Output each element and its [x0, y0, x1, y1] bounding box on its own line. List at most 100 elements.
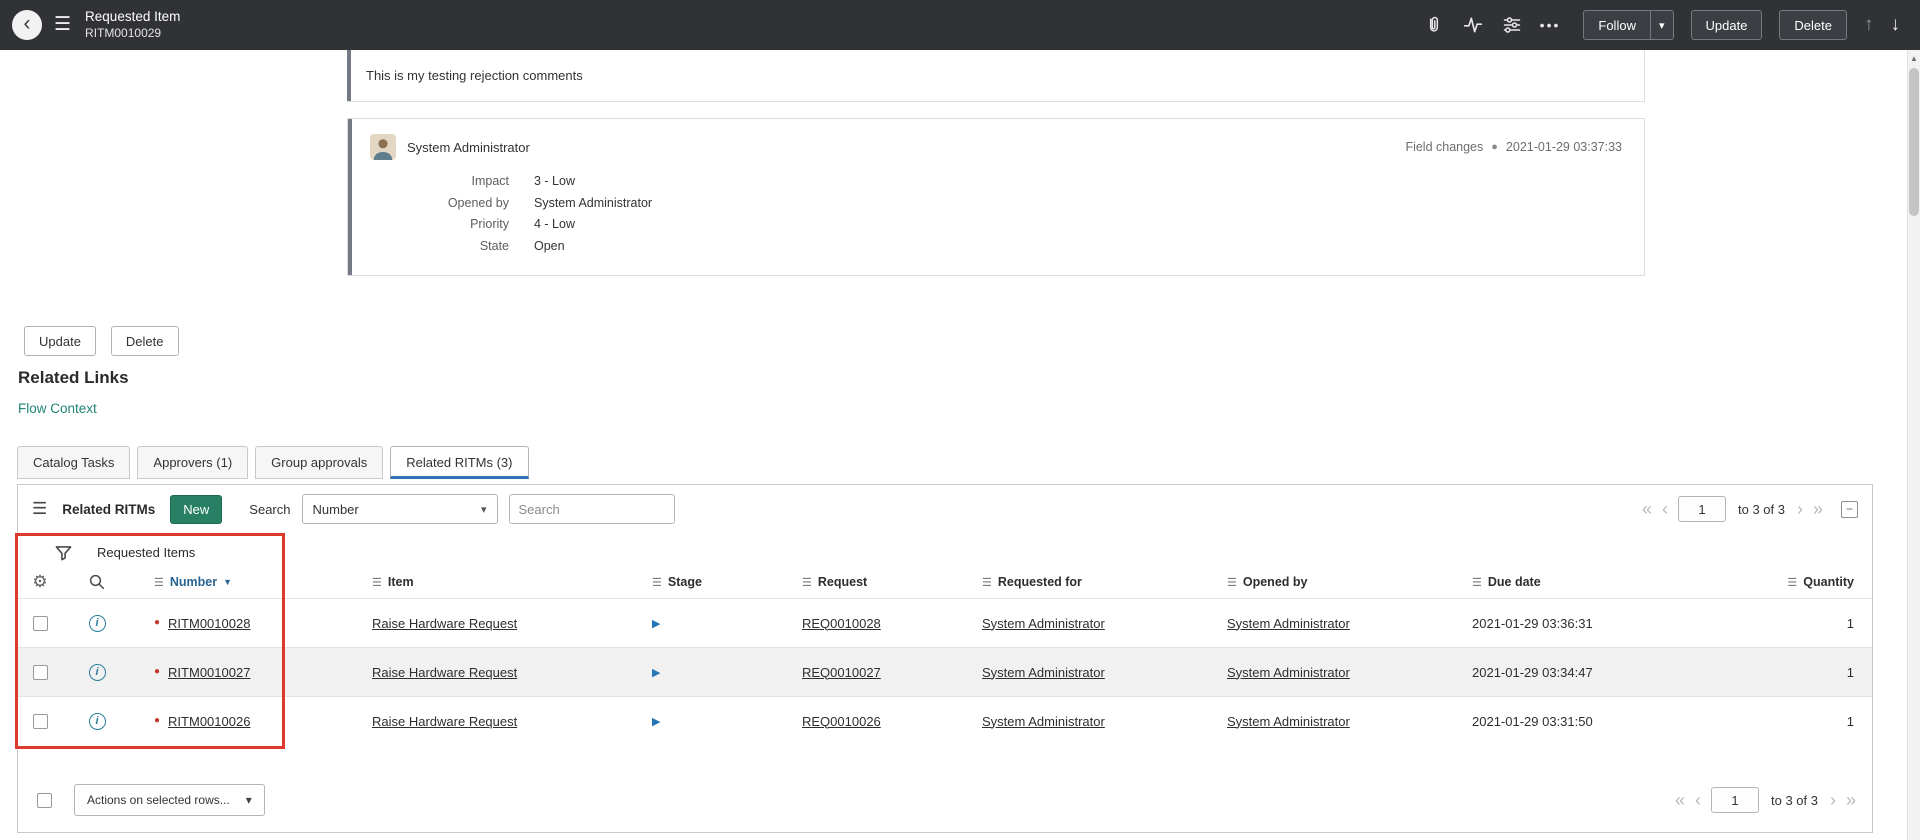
prev-page-icon[interactable]: ‹: [1695, 791, 1701, 809]
row-checkbox[interactable]: [32, 615, 48, 631]
stage-expand-icon[interactable]: ▶: [652, 715, 660, 728]
delete-button-header[interactable]: Delete: [1779, 10, 1847, 40]
next-record-icon[interactable]: ↓: [1891, 14, 1901, 36]
column-header-item[interactable]: ☰ Item: [350, 575, 630, 589]
next-page-icon[interactable]: ›: [1797, 500, 1803, 518]
filter-icon[interactable]: [54, 543, 73, 562]
more-options-icon[interactable]: •••: [1540, 17, 1561, 33]
opened-by-link[interactable]: System Administrator: [1227, 714, 1350, 729]
tab-related-ritms[interactable]: Related RITMs (3): [390, 446, 529, 479]
column-header-request[interactable]: ☰ Request: [780, 575, 960, 589]
ritm-number-link[interactable]: RITM0010026: [168, 714, 250, 729]
column-header-stage[interactable]: ☰ Stage: [630, 575, 780, 589]
column-menu-icon[interactable]: ☰: [1787, 576, 1797, 589]
opened-by-link[interactable]: System Administrator: [1227, 665, 1350, 680]
next-page-icon[interactable]: ›: [1830, 791, 1836, 809]
column-menu-icon[interactable]: ☰: [1472, 576, 1482, 589]
follow-caret-icon[interactable]: ▾: [1650, 10, 1674, 40]
page-number-input[interactable]: [1711, 787, 1759, 813]
stage-expand-icon[interactable]: ▶: [652, 617, 660, 630]
requested-for-link[interactable]: System Administrator: [982, 616, 1105, 631]
search-field-select[interactable]: Number ▾: [301, 494, 498, 524]
tab-group-approvals[interactable]: Group approvals: [255, 446, 384, 479]
page-number-input[interactable]: [1678, 496, 1726, 522]
last-page-icon[interactable]: »: [1813, 500, 1823, 518]
requested-for-cell: System Administrator: [960, 665, 1205, 680]
scroll-up-icon[interactable]: ▲: [1908, 50, 1920, 66]
column-header-requested-for[interactable]: ☰ Requested for: [960, 575, 1205, 589]
column-label: Due date: [1487, 575, 1541, 589]
activity-change-type: Field changes: [1405, 140, 1484, 154]
column-menu-icon[interactable]: ☰: [802, 576, 812, 589]
tab-approvers[interactable]: Approvers (1): [137, 446, 249, 479]
last-page-icon[interactable]: »: [1846, 791, 1856, 809]
item-link[interactable]: Raise Hardware Request: [372, 714, 517, 729]
column-header-number[interactable]: ☰ Number ▼: [132, 575, 350, 589]
request-link[interactable]: REQ0010027: [802, 665, 881, 680]
field-value: 3 - Low: [534, 174, 575, 188]
info-icon[interactable]: i: [88, 712, 106, 730]
column-header-opened-by[interactable]: ☰ Opened by: [1205, 575, 1450, 589]
personalize-form-icon[interactable]: [1501, 14, 1523, 36]
search-field-value: Number: [312, 501, 359, 517]
item-cell: Raise Hardware Request: [350, 665, 630, 680]
update-button-form[interactable]: Update: [24, 326, 96, 356]
first-page-icon[interactable]: «: [1642, 500, 1652, 518]
row-checkbox[interactable]: [32, 664, 48, 680]
list-context-menu-icon[interactable]: ☰: [32, 499, 47, 519]
delete-button-form[interactable]: Delete: [110, 326, 179, 356]
ritm-number-link[interactable]: RITM0010028: [168, 616, 250, 631]
list-search-input[interactable]: [508, 494, 675, 524]
flow-context-link[interactable]: Flow Context: [18, 401, 97, 416]
item-link[interactable]: Raise Hardware Request: [372, 616, 517, 631]
info-icon[interactable]: i: [88, 663, 106, 681]
opened-by-link[interactable]: System Administrator: [1227, 616, 1350, 631]
list-header-row: ⚙ ☰ Number ▼ ☰ Item ☰ Stage ☰ Request ☰ …: [18, 566, 1872, 598]
new-button[interactable]: New: [170, 494, 223, 524]
record-state-dot-icon: ●: [154, 617, 161, 628]
ritm-number-link[interactable]: RITM0010027: [168, 665, 250, 680]
column-menu-icon[interactable]: ☰: [652, 576, 662, 589]
column-header-quantity[interactable]: ☰ Quantity: [1695, 575, 1872, 589]
column-menu-icon[interactable]: ☰: [1227, 576, 1237, 589]
collapse-list-icon[interactable]: −: [1841, 500, 1858, 518]
gear-icon[interactable]: ⚙: [32, 572, 47, 592]
column-menu-icon[interactable]: ☰: [372, 576, 382, 589]
activity-stream-icon[interactable]: [1462, 14, 1484, 36]
item-link[interactable]: Raise Hardware Request: [372, 665, 517, 680]
update-button-header[interactable]: Update: [1690, 10, 1763, 40]
previous-record-icon[interactable]: ↑: [1864, 14, 1874, 36]
request-link[interactable]: REQ0010026: [802, 714, 881, 729]
follow-button[interactable]: Follow: [1583, 10, 1651, 40]
stage-expand-icon[interactable]: ▶: [652, 666, 660, 679]
column-label: Quantity: [1803, 575, 1854, 589]
info-icon[interactable]: i: [88, 614, 106, 632]
search-icon[interactable]: [88, 573, 106, 591]
back-button[interactable]: ‹: [12, 9, 42, 40]
opened-by-cell: System Administrator: [1205, 616, 1450, 631]
vertical-scrollbar[interactable]: ▲: [1907, 50, 1920, 840]
requested-for-link[interactable]: System Administrator: [982, 665, 1105, 680]
table-row: i ● RITM0010027 Raise Hardware Request ▶…: [18, 647, 1872, 696]
request-link[interactable]: REQ0010028: [802, 616, 881, 631]
due-date-value: 2021-01-29 03:31:50: [1472, 713, 1593, 729]
requested-for-link[interactable]: System Administrator: [982, 714, 1105, 729]
column-header-due-date[interactable]: ☰ Due date: [1450, 575, 1695, 589]
breadcrumb[interactable]: Requested Items: [97, 545, 195, 560]
column-menu-icon[interactable]: ☰: [154, 576, 164, 589]
tab-catalog-tasks[interactable]: Catalog Tasks: [17, 446, 131, 479]
attachment-icon[interactable]: [1423, 14, 1445, 36]
row-info-cell: i: [62, 663, 132, 681]
actions-on-selected-rows-select[interactable]: Actions on selected rows... ▾: [74, 784, 265, 816]
prev-page-icon[interactable]: ‹: [1662, 500, 1668, 518]
first-page-icon[interactable]: «: [1675, 791, 1685, 809]
activity-timestamp: 2021-01-29 03:37:33: [1505, 140, 1622, 154]
hamburger-menu-icon[interactable]: ☰: [54, 13, 71, 36]
row-checkbox[interactable]: [32, 713, 48, 729]
comment-text: This is my testing rejection comments: [366, 68, 583, 83]
number-cell: ● RITM0010027: [132, 665, 350, 680]
select-all-checkbox[interactable]: [37, 792, 52, 808]
column-menu-icon[interactable]: ☰: [982, 576, 992, 589]
scrollbar-thumb[interactable]: [1909, 68, 1919, 216]
quantity-value: 1: [1846, 664, 1854, 680]
